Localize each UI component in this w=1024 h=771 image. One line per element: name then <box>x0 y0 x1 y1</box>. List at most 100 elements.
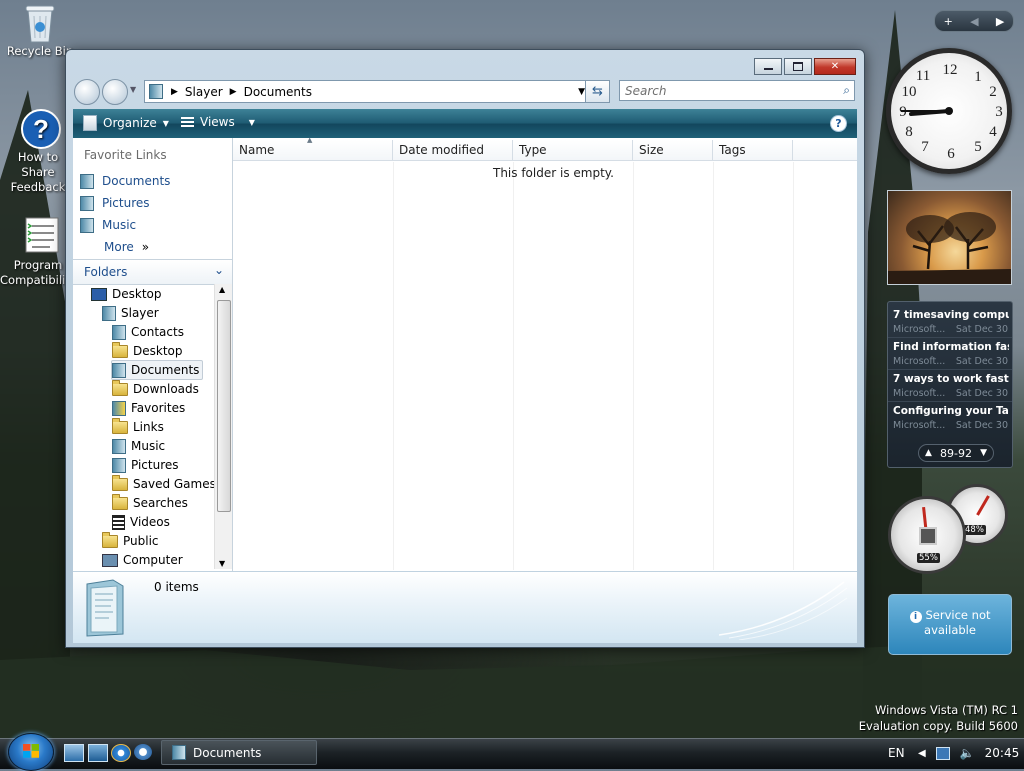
feed-item[interactable]: 7 ways to work faster... Microsoft... Sa… <box>888 370 1012 402</box>
breadcrumb-separator-icon[interactable]: ▶ <box>171 87 178 97</box>
feed-prev-icon[interactable]: ▲ <box>925 448 932 458</box>
file-list: Name ▲ Date modified Type Size Tags This… <box>233 136 857 571</box>
column-header-name[interactable]: Name ▲ <box>233 136 393 161</box>
close-icon: ✕ <box>830 61 840 72</box>
views-button[interactable]: Views ▼ <box>181 115 255 129</box>
feed-item[interactable]: 7 timesaving computi... Microsoft... Sat… <box>888 306 1012 338</box>
double-chevron-icon: » <box>141 240 150 254</box>
tree-item-label: Contacts <box>131 325 184 339</box>
add-gadget-button[interactable]: + <box>944 15 953 28</box>
column-header-size[interactable]: Size <box>633 140 713 161</box>
fav-link-music[interactable]: Music <box>80 215 136 235</box>
breadcrumb-slayer[interactable]: Slayer <box>185 85 223 99</box>
folder-tree-scrollbar[interactable]: ▲ ▼ <box>214 284 232 569</box>
feed-item[interactable]: Find information fast... Microsoft... Sa… <box>888 338 1012 370</box>
tree-item-downloads[interactable]: Downloads <box>112 379 202 398</box>
close-button[interactable]: ✕ <box>814 58 856 75</box>
tree-item-searches[interactable]: Searches <box>112 493 191 512</box>
tree-item-contacts[interactable]: Contacts <box>112 323 187 341</box>
feed-next-icon[interactable]: ▼ <box>980 448 987 458</box>
tree-item-desktop[interactable]: Desktop <box>91 285 165 303</box>
back-button[interactable] <box>74 79 100 105</box>
switch-windows-icon[interactable] <box>88 744 108 762</box>
language-indicator[interactable]: EN <box>888 738 905 768</box>
tree-item-label: Desktop <box>133 344 183 358</box>
documents-folder-large-icon <box>83 578 125 637</box>
breadcrumb-documents[interactable]: Documents <box>244 85 312 99</box>
system-tray: ◀ 🔈 20:45 <box>918 738 1019 768</box>
search-icon[interactable]: ⌕ <box>843 83 850 98</box>
tree-item-label: Public <box>123 534 159 548</box>
folder-icon <box>102 531 118 548</box>
tree-item-music[interactable]: Music <box>112 437 168 455</box>
chevron-down-icon: ⌄ <box>213 263 224 277</box>
maximize-button[interactable] <box>784 58 812 75</box>
weather-message: i Service not available <box>889 608 1011 638</box>
fav-link-documents[interactable]: Documents <box>80 171 170 191</box>
show-hidden-icons-icon[interactable]: ◀ <box>918 748 926 759</box>
tree-item-computer[interactable]: Computer <box>102 551 186 569</box>
tree-item-pictures[interactable]: Pictures <box>112 456 182 474</box>
breadcrumb-separator-icon[interactable]: ▶ <box>230 87 237 97</box>
clock-gadget[interactable]: 12 1 2 3 4 5 6 7 8 9 10 11 <box>886 48 1012 174</box>
start-button[interactable] <box>8 733 54 771</box>
forward-button[interactable] <box>102 79 128 105</box>
network-icon[interactable] <box>935 746 950 760</box>
column-header-filler <box>793 140 857 161</box>
tree-item-label: Documents <box>131 363 200 377</box>
address-dropdown-icon[interactable]: ▼ <box>578 87 585 97</box>
folders-header[interactable]: Folders ⌄ <box>73 259 232 285</box>
views-label: Views <box>200 115 235 129</box>
folder-icon <box>112 474 128 491</box>
refresh-button[interactable]: ⇆ <box>585 80 610 103</box>
sort-up-icon: ▲ <box>307 136 313 144</box>
column-header-tags[interactable]: Tags <box>713 140 793 161</box>
tree-item-saved-games[interactable]: Saved Games <box>112 474 214 493</box>
fav-link-label: More <box>104 240 134 254</box>
show-desktop-icon[interactable] <box>64 744 84 762</box>
feed-headlines-gadget: 7 timesaving computi... Microsoft... Sat… <box>887 301 1013 468</box>
feed-item-title: Find information fast... <box>893 341 1009 353</box>
cpu-meter-gadget[interactable]: 48% 55% <box>886 484 1012 576</box>
column-header-type[interactable]: Type <box>513 140 633 161</box>
address-bar[interactable]: ▶ Slayer ▶ Documents ▼ <box>144 80 608 103</box>
tree-item-videos[interactable]: Videos <box>112 513 173 531</box>
weather-gadget[interactable]: i Service not available <box>888 594 1012 655</box>
clock-hands <box>901 107 953 116</box>
column-header-date-modified[interactable]: Date modified <box>393 140 513 161</box>
help-icon: ? <box>835 117 842 130</box>
fav-link-more[interactable]: More » <box>104 237 149 257</box>
volume-icon[interactable]: 🔈 <box>960 746 975 760</box>
column-label: Date modified <box>399 143 485 157</box>
sidebar-prev-button[interactable]: ◀ <box>970 15 978 28</box>
documents-icon <box>172 745 186 760</box>
tree-item-favorites[interactable]: Favorites <box>112 399 188 417</box>
slideshow-gadget[interactable] <box>887 190 1012 285</box>
command-bar: Organize ▼ Views ▼ ? <box>73 109 857 138</box>
tree-item-slayer[interactable]: Slayer <box>102 304 162 322</box>
sidebar-controls: + ◀ ▶ <box>934 10 1014 32</box>
pictures-icon <box>80 195 94 211</box>
clock-time[interactable]: 20:45 <box>985 746 1020 760</box>
feed-item[interactable]: Configuring your Tabl... Microsoft... Sa… <box>888 402 1012 433</box>
tree-item-desktop-folder[interactable]: Desktop <box>112 341 186 360</box>
fav-link-pictures[interactable]: Pictures <box>80 193 150 213</box>
tree-item-documents[interactable]: Documents <box>111 360 204 380</box>
internet-explorer-icon[interactable] <box>111 744 131 762</box>
scrollbar-thumb[interactable] <box>217 300 231 512</box>
scroll-down-icon[interactable]: ▼ <box>219 559 225 568</box>
organize-button[interactable]: Organize ▼ <box>83 115 169 131</box>
scroll-up-icon[interactable]: ▲ <box>219 285 225 294</box>
help-button[interactable]: ? <box>830 115 847 132</box>
taskbar-button-documents[interactable]: Documents <box>161 740 317 765</box>
tree-item-public[interactable]: Public <box>102 531 162 550</box>
recent-pages-chevron-icon[interactable]: ▼ <box>130 85 136 94</box>
media-player-icon[interactable] <box>134 744 152 760</box>
folder-icon <box>112 493 128 510</box>
user-folder-icon <box>102 305 116 321</box>
sidebar-next-button[interactable]: ▶ <box>996 15 1004 28</box>
search-input[interactable]: Search ⌕ <box>619 80 855 101</box>
minimize-button[interactable] <box>754 58 782 75</box>
tree-item-label: Downloads <box>133 382 199 396</box>
tree-item-links[interactable]: Links <box>112 417 167 436</box>
